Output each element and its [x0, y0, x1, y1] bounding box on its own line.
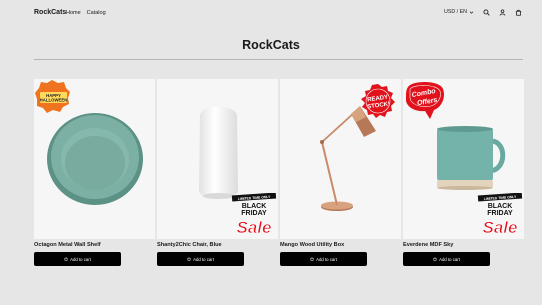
ready-stock-badge: READY STOCK!: [361, 84, 395, 118]
black-friday-badge: LIMITED TIME ONLY BLACK FRIDAY Sale: [477, 193, 523, 237]
add-to-cart-button[interactable]: Add to cart: [34, 252, 121, 266]
combo-offers-badge: Combo Offers: [405, 81, 444, 119]
product-card[interactable]: HAPPY HALLOWEEN Octagon Metal Wall Shelf…: [34, 79, 155, 266]
product-title[interactable]: Mango Wood Utility Box: [280, 242, 344, 248]
nav-home[interactable]: Home: [66, 10, 81, 16]
product-card[interactable]: Combo Offers LIMITED TIME ONLY BLACK FRI…: [403, 79, 524, 266]
store-logo[interactable]: RockCats: [34, 9, 66, 16]
cart-icon: [310, 257, 314, 261]
cart-icon[interactable]: [514, 8, 522, 16]
main-nav: Home Catalog: [66, 10, 106, 16]
add-to-cart-label: Add to cart: [70, 256, 91, 262]
locale-label: USD / EN: [444, 9, 467, 15]
page-title: RockCats: [242, 38, 300, 52]
cart-icon: [64, 257, 68, 261]
badge-black: BLACK: [488, 203, 513, 210]
add-to-cart-button[interactable]: Add to cart: [403, 252, 490, 266]
cart-icon: [433, 257, 437, 261]
title-divider: [34, 59, 523, 60]
product-image[interactable]: READY STOCK!: [280, 79, 401, 239]
badge-black: BLACK: [242, 203, 267, 210]
badge-friday: FRIDAY: [241, 210, 267, 217]
add-to-cart-button[interactable]: Add to cart: [280, 252, 367, 266]
badge-halloween: HALLOWEEN: [40, 98, 68, 103]
currency-language-selector[interactable]: USD / EN: [444, 9, 474, 15]
site-header: RockCats Home Catalog USD / EN: [0, 0, 542, 28]
product-title[interactable]: Shanty2Chic Chair, Blue: [157, 242, 222, 248]
add-to-cart-label: Add to cart: [193, 256, 214, 262]
chevron-down-icon: [469, 11, 474, 14]
badge-sale: Sale: [237, 218, 272, 237]
product-image[interactable]: LIMITED TIME ONLY BLACK FRIDAY Sale: [157, 79, 278, 239]
add-to-cart-button[interactable]: Add to cart: [157, 252, 244, 266]
product-card[interactable]: LIMITED TIME ONLY BLACK FRIDAY Sale Shan…: [157, 79, 278, 266]
nav-catalog[interactable]: Catalog: [87, 10, 106, 16]
cart-icon: [187, 257, 191, 261]
black-friday-badge: LIMITED TIME ONLY BLACK FRIDAY Sale: [231, 193, 277, 237]
product-title[interactable]: Octagon Metal Wall Shelf: [34, 242, 101, 248]
header-actions: USD / EN: [444, 8, 522, 16]
product-title[interactable]: Everdene MDF Sky: [403, 242, 453, 248]
product-image[interactable]: Combo Offers LIMITED TIME ONLY BLACK FRI…: [403, 79, 524, 239]
badge-sale: Sale: [483, 218, 518, 237]
badge-friday: FRIDAY: [487, 210, 513, 217]
halloween-badge: HAPPY HALLOWEEN: [35, 80, 70, 113]
search-icon[interactable]: [482, 8, 490, 16]
product-image[interactable]: HAPPY HALLOWEEN: [34, 79, 155, 239]
account-icon[interactable]: [498, 8, 506, 16]
add-to-cart-label: Add to cart: [439, 256, 460, 262]
add-to-cart-label: Add to cart: [316, 256, 337, 262]
product-card[interactable]: READY STOCK! Mango Wood Utility Box Add …: [280, 79, 401, 266]
